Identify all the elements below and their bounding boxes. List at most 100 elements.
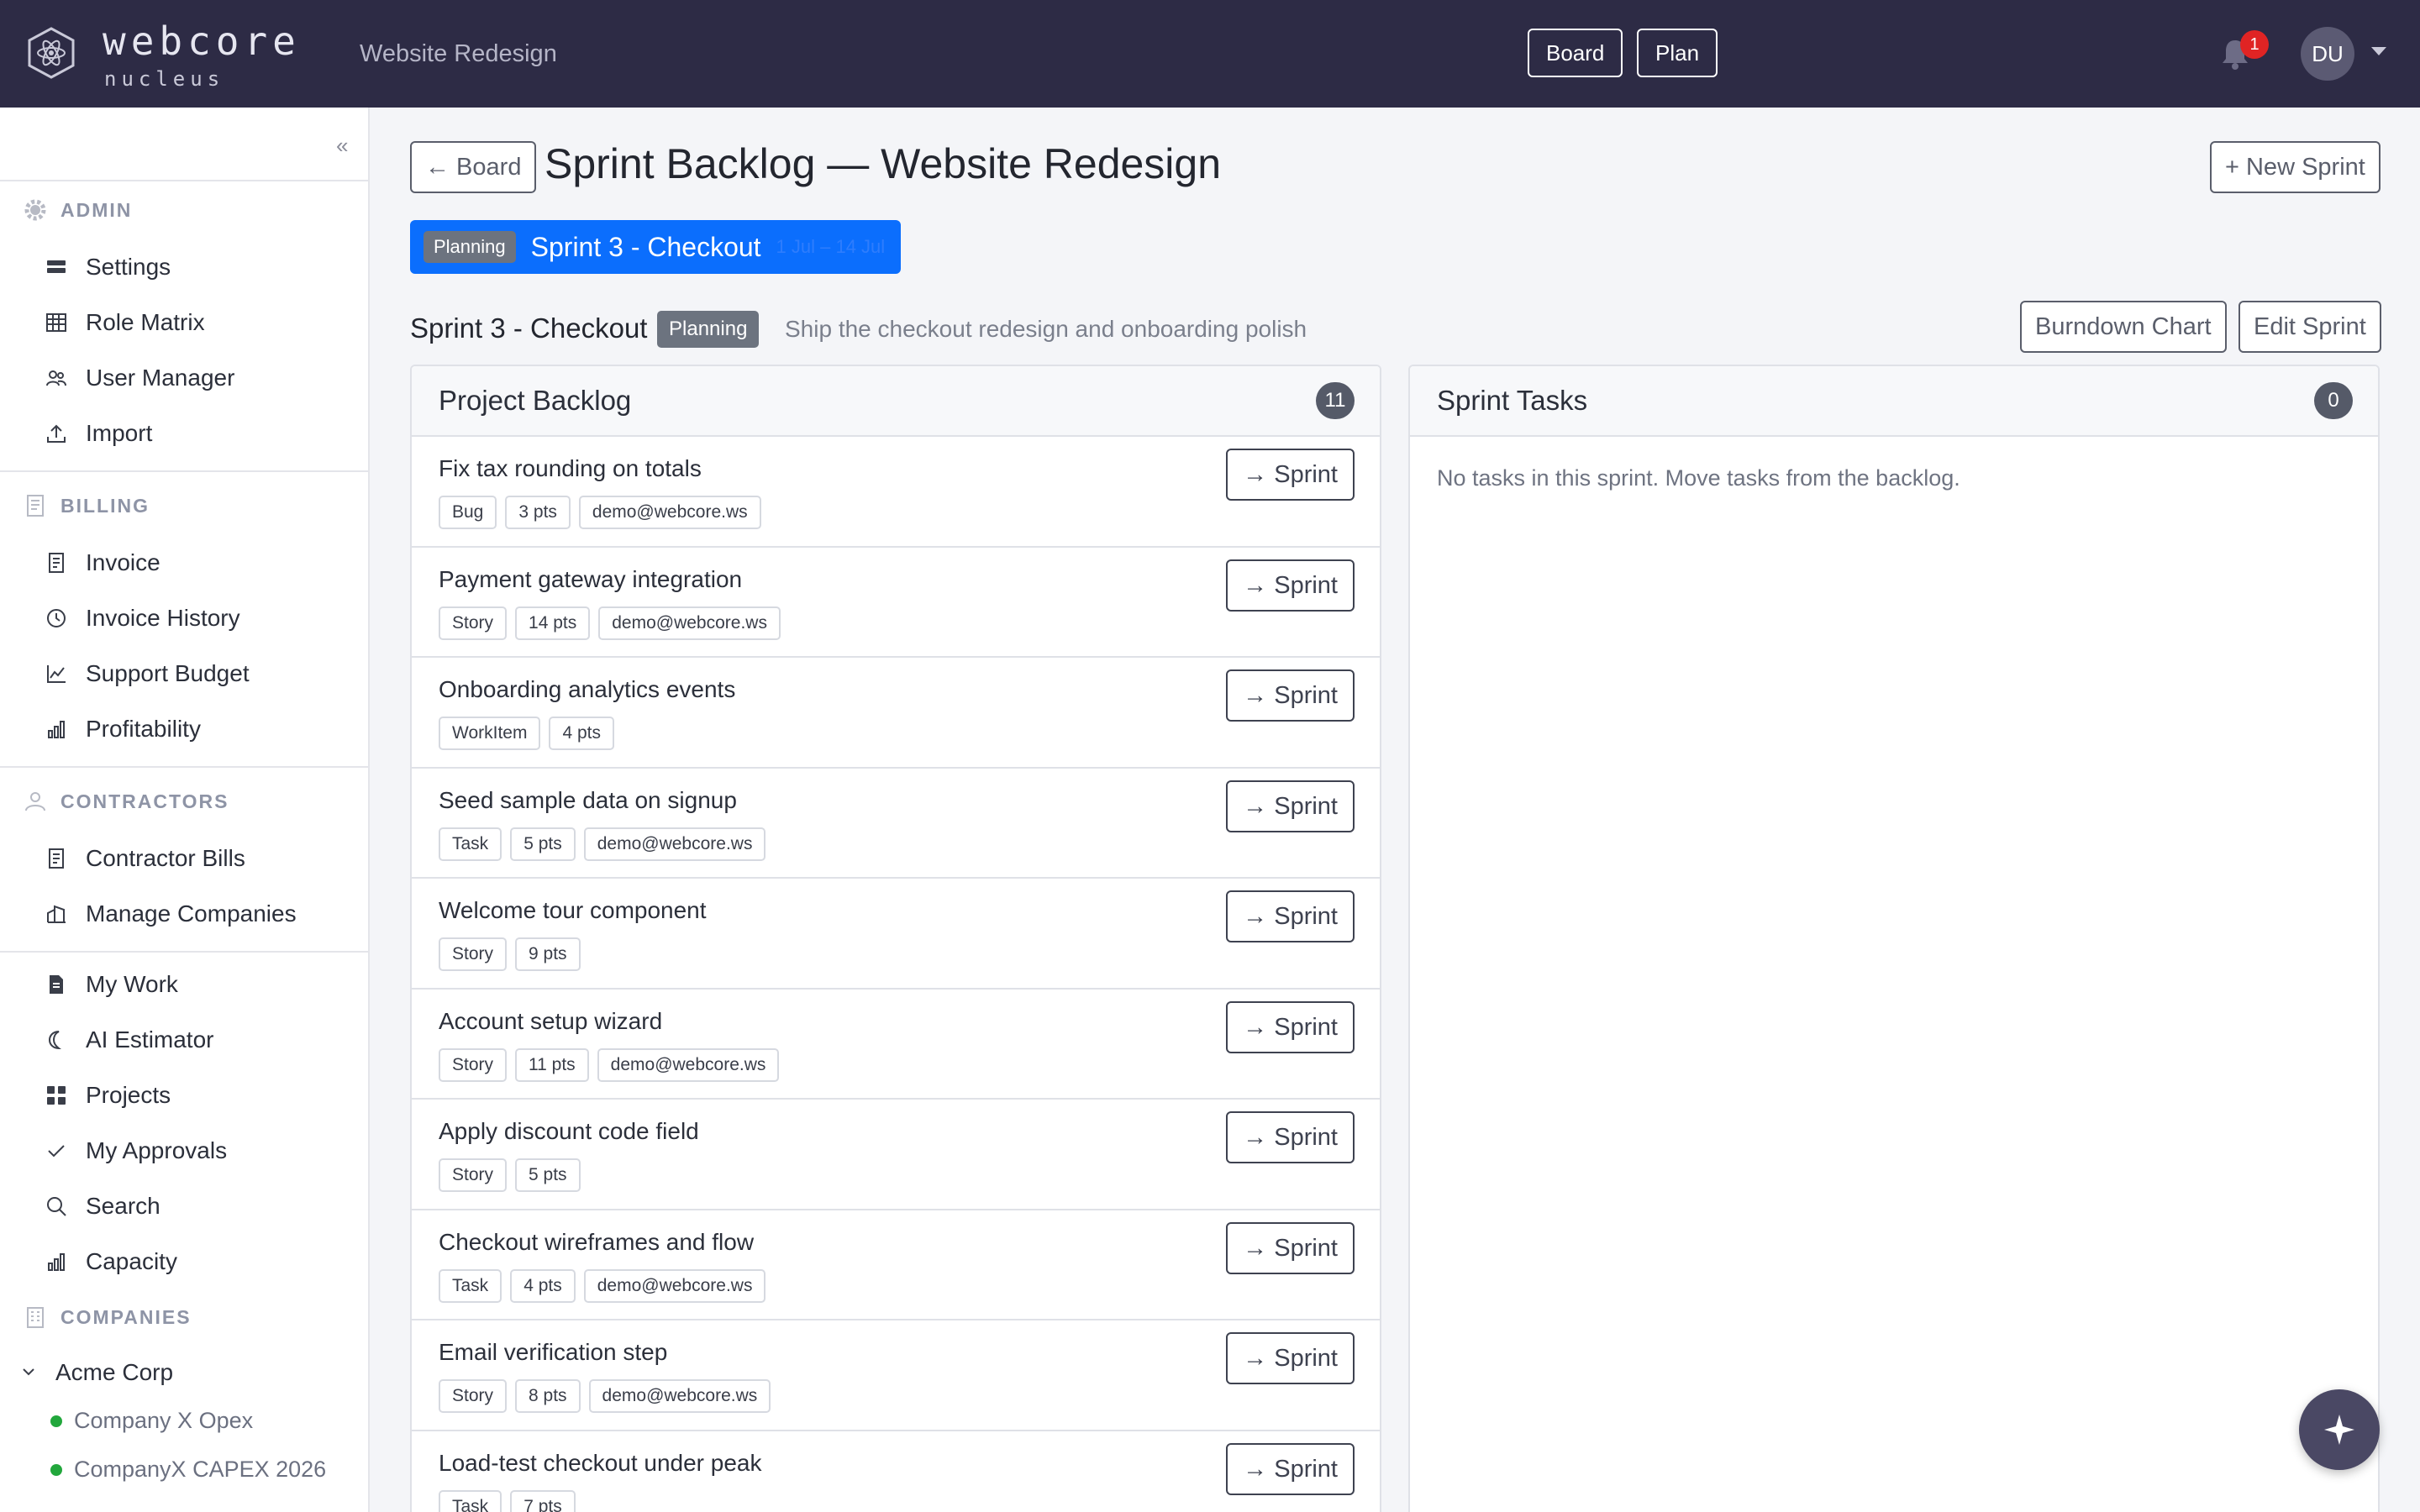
chevron-down-icon	[23, 1368, 34, 1376]
count-badge: 11	[1316, 382, 1355, 419]
section-admin-title: ADMIN	[60, 198, 133, 221]
receipt-icon	[27, 495, 44, 517]
move-to-sprint-button[interactable]: → Sprint	[1226, 1000, 1355, 1053]
task-tags: Bug 3 pts demo@webcore.ws	[439, 496, 1355, 529]
sidebar-item-role-matrix[interactable]: Role Matrix	[45, 309, 205, 336]
invoice-icon	[49, 553, 64, 573]
task-row[interactable]: Email verification step Story 8 pts demo@we…	[412, 1320, 1380, 1431]
sidebar-item-my-work[interactable]: My Work	[45, 971, 178, 998]
section-companies: COMPANIES	[24, 1305, 192, 1329]
building-icon	[47, 905, 66, 923]
user-menu-caret-icon[interactable]	[2371, 47, 2386, 55]
task-row[interactable]: Load-test checkout under peak Task 7 pts → …	[412, 1431, 1380, 1512]
line-chart-icon	[47, 665, 66, 683]
sidebar-item-manage-companies[interactable]: Manage Companies	[45, 900, 297, 927]
sidebar-item-label: Manage Companies	[86, 900, 297, 927]
task-row[interactable]: Seed sample data on signup Task 5 pts demo@…	[412, 769, 1380, 879]
sidebar-item-user-manager[interactable]: User Manager	[45, 365, 234, 391]
task-assignee-tag: demo@webcore.ws	[597, 1047, 780, 1082]
plan-button[interactable]: Plan	[1637, 29, 1718, 77]
sidebar-item-label: My Approvals	[86, 1137, 228, 1163]
bar-chart-icon	[48, 721, 65, 738]
task-assignee-tag: demo@webcore.ws	[583, 827, 766, 861]
move-to-sprint-button[interactable]: → Sprint	[1226, 1111, 1355, 1163]
assistant-sparkle-button[interactable]	[2299, 1389, 2380, 1470]
section-companies-title: COMPANIES	[60, 1305, 192, 1328]
task-row[interactable]: Checkout wireframes and flow Task 4 pts dem…	[412, 1210, 1380, 1320]
person-icon	[25, 792, 45, 811]
task-assignee-tag: demo@webcore.ws	[598, 606, 781, 640]
sidebar-item-invoice-history[interactable]: Invoice History	[45, 605, 240, 632]
task-row[interactable]: Account setup wizard Story 11 pts demo@webc…	[412, 990, 1380, 1100]
sidebar-item-label: Projects	[86, 1082, 171, 1108]
sidebar-item-capacity[interactable]: Capacity	[45, 1248, 177, 1275]
document-icon	[50, 975, 63, 994]
sidebar-item-settings[interactable]: Settings	[45, 254, 171, 281]
sidebar-item-contractor-bills[interactable]: Contractor Bills	[45, 845, 245, 872]
task-row[interactable]: Onboarding analytics events WorkItem 4 pts…	[412, 658, 1380, 769]
task-title: Payment gateway integration	[439, 565, 743, 592]
sprint-tab-selected[interactable]: Planning Sprint 3 - Checkout 1 Jul – 14 …	[410, 220, 901, 274]
sidebar-item-label: Import	[86, 420, 153, 446]
task-points-tag: 5 pts	[510, 827, 576, 861]
grid-icon	[47, 260, 66, 273]
sidebar-item-projects[interactable]: Projects	[45, 1082, 171, 1109]
sidebar-item-my-approvals[interactable]: My Approvals	[45, 1137, 227, 1164]
burndown-chart-button[interactable]: Burndown Chart	[2020, 301, 2227, 353]
board-button[interactable]: Board	[1528, 29, 1623, 77]
edit-sprint-button[interactable]: Edit Sprint	[2238, 301, 2381, 353]
company-item-label: CompanyX CAPEX 2026	[74, 1457, 327, 1482]
task-title: Account setup wizard	[439, 1007, 663, 1034]
sidebar-item-label: Capacity	[86, 1248, 177, 1274]
building-icon	[27, 1307, 44, 1328]
task-row[interactable]: Apply discount code field Story 5 pts → Spr…	[412, 1100, 1380, 1210]
sidebar-item-label: Invoice History	[86, 605, 240, 631]
sidebar-item-support-budget[interactable]: Support Budget	[45, 660, 250, 687]
brand-name: webcore	[103, 18, 301, 64]
sidebar-item-import[interactable]: Import	[45, 420, 152, 447]
gear-icon	[24, 199, 46, 221]
back-to-board-button[interactable]: ← Board	[410, 141, 537, 193]
logo-atom-icon	[28, 27, 75, 79]
move-to-sprint-button[interactable]: → Sprint	[1226, 669, 1355, 722]
task-assignee-tag: demo@webcore.ws	[583, 1268, 766, 1303]
sidebar-item-label: Search	[86, 1193, 160, 1219]
divider	[0, 766, 368, 768]
invoice-icon	[49, 848, 64, 869]
task-type-tag: Story	[439, 1379, 508, 1413]
company-item-opex[interactable]: Company X Opex	[50, 1408, 253, 1434]
task-points-tag: 11 pts	[515, 1047, 589, 1082]
move-to-sprint-button[interactable]: → Sprint	[1226, 1332, 1355, 1384]
sidebar-item-profitability[interactable]: Profitability	[45, 716, 201, 743]
task-type-tag: Story	[439, 1158, 508, 1192]
task-points-tag: 9 pts	[515, 937, 581, 971]
page-title: Sprint Backlog — Website Redesign	[544, 140, 1222, 187]
sidebar-item-search[interactable]: Search	[45, 1193, 160, 1220]
move-to-sprint-button[interactable]: → Sprint	[1226, 890, 1355, 942]
sidebar-item-invoice[interactable]: Invoice	[45, 549, 160, 576]
move-to-sprint-button[interactable]: → Sprint	[1226, 559, 1355, 612]
sidebar-item-label: Support Budget	[86, 660, 250, 686]
task-row[interactable]: Welcome tour component Story 9 pts → Sprint	[412, 879, 1380, 990]
status-badge: Planning	[424, 231, 516, 263]
clock-icon	[47, 609, 66, 627]
move-to-sprint-button[interactable]: → Sprint	[1226, 1442, 1355, 1495]
move-to-sprint-button[interactable]: → Sprint	[1226, 449, 1355, 501]
section-admin: ADMIN	[24, 198, 132, 222]
sidebar-item-ai-estimator[interactable]: AI Estimator	[45, 1026, 213, 1053]
move-to-sprint-button[interactable]: → Sprint	[1226, 1221, 1355, 1274]
task-row[interactable]: Fix tax rounding on totals Bug 3 pts demo@w…	[412, 437, 1380, 548]
new-sprint-button[interactable]: + New Sprint	[2210, 141, 2381, 193]
move-to-sprint-button[interactable]: → Sprint	[1226, 780, 1355, 832]
task-type-tag: Task	[439, 827, 502, 861]
task-type-tag: Task	[439, 1268, 502, 1303]
task-assignee-tag: demo@webcore.ws	[578, 496, 761, 529]
user-avatar[interactable]: DU	[2301, 27, 2354, 81]
task-row[interactable]: Payment gateway integration Story 14 pts de…	[412, 548, 1380, 658]
task-points-tag: 4 pts	[510, 1268, 576, 1303]
company-item-capex[interactable]: CompanyX CAPEX 2026	[50, 1457, 326, 1483]
moon-icon	[48, 1031, 62, 1050]
company-group-acme-corp[interactable]: Acme Corp	[20, 1359, 173, 1386]
section-contractors-title: CONTRACTORS	[60, 790, 229, 812]
collapse-sidebar-icon[interactable]: «	[336, 133, 348, 159]
